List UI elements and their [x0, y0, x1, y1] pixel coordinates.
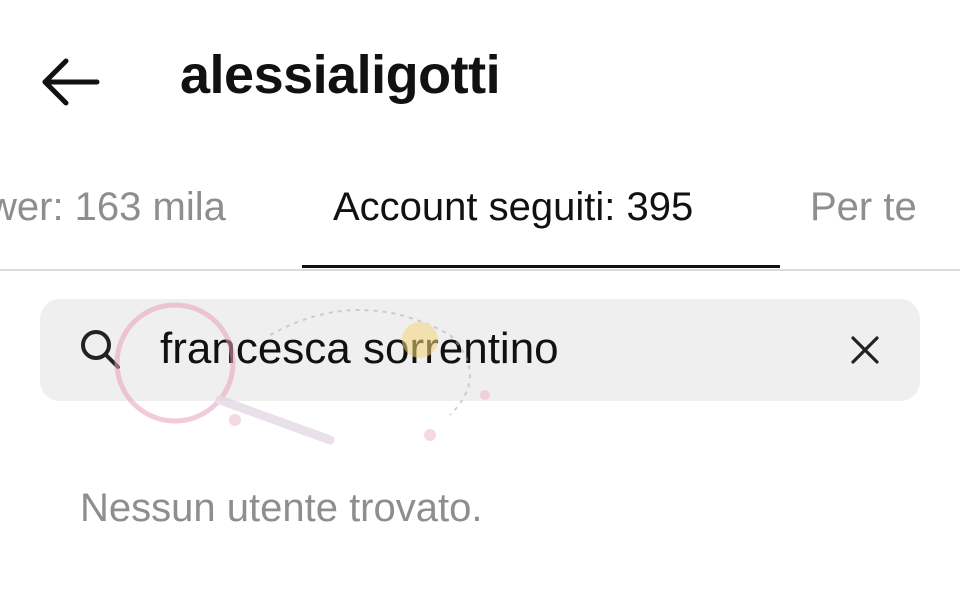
clear-search-button[interactable]	[840, 325, 890, 375]
profile-header: alessialigotti	[0, 0, 960, 165]
arrow-left-icon	[42, 58, 100, 106]
follow-tabs: wer: 163 mila Account seguiti: 395 Per t…	[0, 165, 960, 271]
search-icon	[81, 330, 120, 369]
active-tab-indicator	[302, 265, 780, 268]
page-title: alessialigotti	[180, 45, 501, 105]
search-input[interactable]	[160, 317, 820, 381]
tab-followers[interactable]: wer: 163 mila	[0, 185, 226, 230]
search-bar[interactable]	[40, 299, 920, 401]
tab-following[interactable]: Account seguiti: 395	[333, 185, 693, 230]
no-results-message: Nessun utente trovato.	[80, 486, 483, 530]
close-icon	[851, 336, 879, 364]
back-button[interactable]	[36, 52, 104, 112]
tab-for-you[interactable]: Per te	[810, 185, 917, 230]
